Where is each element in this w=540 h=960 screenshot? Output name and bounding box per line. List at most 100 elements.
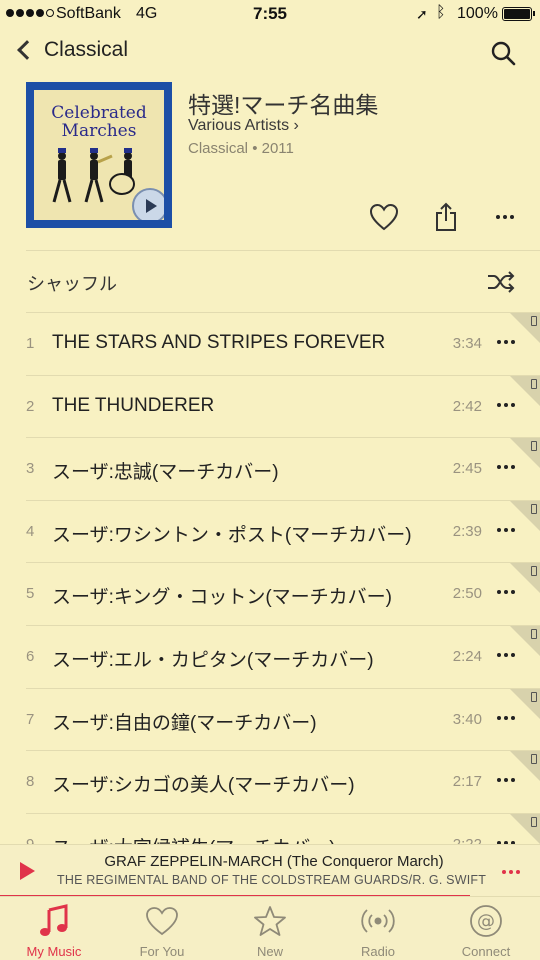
svg-text:@: @ — [477, 911, 495, 932]
location-arrow-icon: ➚ — [416, 6, 428, 22]
status-bar: SoftBank 4G 7:55 ➚ ᛒ 100% — [0, 0, 540, 28]
album-artwork[interactable]: Celebrated Marches — [26, 82, 172, 228]
track-title: THE STARS AND STRIPES FOREVER — [52, 332, 386, 353]
meta-separator: • — [252, 140, 258, 157]
track-duration: 3:34 — [452, 335, 482, 352]
artwork-title-line2: Marches — [61, 121, 137, 141]
artwork-title-line1: Celebrated — [51, 103, 147, 123]
tab-new[interactable]: New — [216, 897, 324, 960]
track-number: 8 — [26, 773, 35, 791]
battery-icon — [502, 7, 535, 21]
track-title: スーザ:エル・カピタン(マーチカバー) — [52, 649, 374, 671]
track-row[interactable]: 6 スーザ:エル・カピタン(マーチカバー) 2:24 — [26, 624, 540, 688]
track-row[interactable]: 9 スーザ:大宮候補生(マーチカバー) 2:22 — [26, 812, 540, 844]
shuffle-row[interactable]: シャッフル — [0, 252, 540, 312]
tab-label: Radio — [361, 944, 395, 959]
mini-player[interactable]: GRAF ZEPPELIN-MARCH (The Conqueror March… — [0, 844, 540, 897]
now-playing-title: GRAF ZEPPELIN-MARCH (The Conqueror March… — [104, 853, 444, 870]
device-icon — [531, 816, 537, 827]
device-icon — [531, 754, 537, 765]
track-list: 1 THE STARS AND STRIPES FOREVER 3:34 2 T… — [0, 312, 540, 844]
track-number: 3 — [26, 460, 35, 478]
share-button[interactable] — [430, 200, 462, 234]
tab-label: New — [256, 944, 283, 959]
track-title: スーザ:忠誠(マーチカバー) — [52, 462, 279, 484]
track-duration: 2:24 — [452, 647, 482, 665]
track-row[interactable]: 1 THE STARS AND STRIPES FOREVER 3:34 — [26, 312, 540, 375]
tab-connect[interactable]: @ Connect — [432, 897, 540, 960]
now-playing-artist: THE REGIMENTAL BAND OF THE COLDSTREAM GU… — [57, 873, 487, 887]
heart-icon — [146, 907, 178, 936]
at-sign-icon: @ — [470, 905, 502, 937]
album-more-button[interactable] — [490, 200, 520, 234]
back-button[interactable]: Classical — [14, 38, 128, 62]
device-icon — [531, 691, 537, 702]
device-icon — [531, 316, 537, 326]
track-row[interactable]: 2 THE THUNDERER 2:42 — [26, 374, 540, 438]
shuffle-label: シャッフル — [27, 274, 117, 294]
tab-label: For You — [139, 944, 185, 959]
track-number: 5 — [26, 585, 35, 603]
tab-bar: My Music For You New Radio @ Connect — [0, 896, 540, 960]
device-icon — [531, 378, 537, 389]
artwork-title: Celebrated Marches — [34, 104, 164, 140]
track-row[interactable]: 3 スーザ:忠誠(マーチカバー) 2:45 — [26, 437, 540, 500]
track-title: スーザ:大宮候補生(マーチカバー) — [52, 833, 336, 844]
search-icon — [491, 41, 516, 66]
radio-icon — [361, 909, 395, 933]
album-artist-link[interactable]: Various Artists › — [188, 117, 299, 135]
tab-label: My Music — [26, 944, 82, 959]
artwork-inner: Celebrated Marches — [34, 90, 164, 220]
track-title: スーザ:キング・コットン(マーチカバー) — [52, 587, 392, 609]
battery-percentage: 100% — [457, 5, 498, 22]
more-icon — [502, 870, 520, 874]
track-title: スーザ:シカゴの美人(マーチカバー) — [52, 775, 355, 797]
chevron-left-icon — [17, 40, 37, 60]
track-row[interactable]: 5 スーザ:キング・コットン(マーチカバー) 2:50 — [26, 562, 540, 625]
track-row[interactable]: 4 スーザ:ワシントン・ポスト(マーチカバー) 2:39 — [26, 499, 540, 563]
track-duration: 2:17 — [452, 773, 482, 791]
track-number: 2 — [26, 397, 35, 415]
device-icon — [531, 628, 537, 639]
album-title: 特選!マーチ名曲集 — [188, 92, 379, 118]
track-number: 9 — [26, 836, 36, 844]
back-label: Classical — [44, 38, 129, 61]
search-button[interactable] — [490, 40, 516, 66]
play-album-button[interactable] — [132, 188, 164, 220]
love-button[interactable] — [366, 200, 402, 234]
mini-more-button[interactable] — [498, 865, 524, 879]
navigation-bar: Classical — [0, 28, 540, 82]
heart-icon — [369, 203, 399, 231]
more-icon — [496, 215, 514, 219]
track-row[interactable]: 8 スーザ:シカゴの美人(マーチカバー) 2:17 — [26, 750, 540, 813]
device-icon — [531, 566, 537, 577]
device-icon — [531, 441, 537, 452]
device-icon — [531, 503, 537, 514]
track-title: THE THUNDERER — [52, 394, 215, 416]
album-year: 2011 — [261, 140, 294, 157]
play-icon — [146, 199, 157, 213]
album-artist-label: Various Artists — [188, 117, 290, 134]
track-duration: 2:45 — [452, 460, 482, 478]
track-number: 4 — [26, 522, 35, 540]
bluetooth-icon: ᛒ — [436, 4, 446, 21]
header-divider — [26, 250, 540, 251]
tab-for-you[interactable]: For You — [108, 897, 216, 960]
track-duration: 2:50 — [452, 585, 482, 603]
share-icon — [436, 202, 456, 231]
track-number: 7 — [26, 710, 35, 728]
chevron-right-icon: › — [293, 117, 299, 134]
star-icon — [254, 906, 286, 936]
track-title: スーザ:ワシントン・ポスト(マーチカバー) — [52, 524, 412, 546]
tab-my-music[interactable]: My Music — [0, 897, 108, 960]
track-title: スーザ:自由の鐘(マーチカバー) — [52, 712, 317, 734]
track-duration: 2:39 — [452, 522, 482, 540]
shuffle-icon — [488, 271, 515, 293]
track-row[interactable]: 7 スーザ:自由の鐘(マーチカバー) 3:40 — [26, 687, 540, 751]
track-duration: 2:22 — [444, 836, 482, 844]
track-number: 1 — [26, 335, 35, 352]
track-number: 6 — [26, 647, 35, 665]
tab-radio[interactable]: Radio — [324, 897, 432, 960]
album-genre: Classical — [188, 140, 249, 157]
track-duration: 3:40 — [452, 710, 482, 728]
